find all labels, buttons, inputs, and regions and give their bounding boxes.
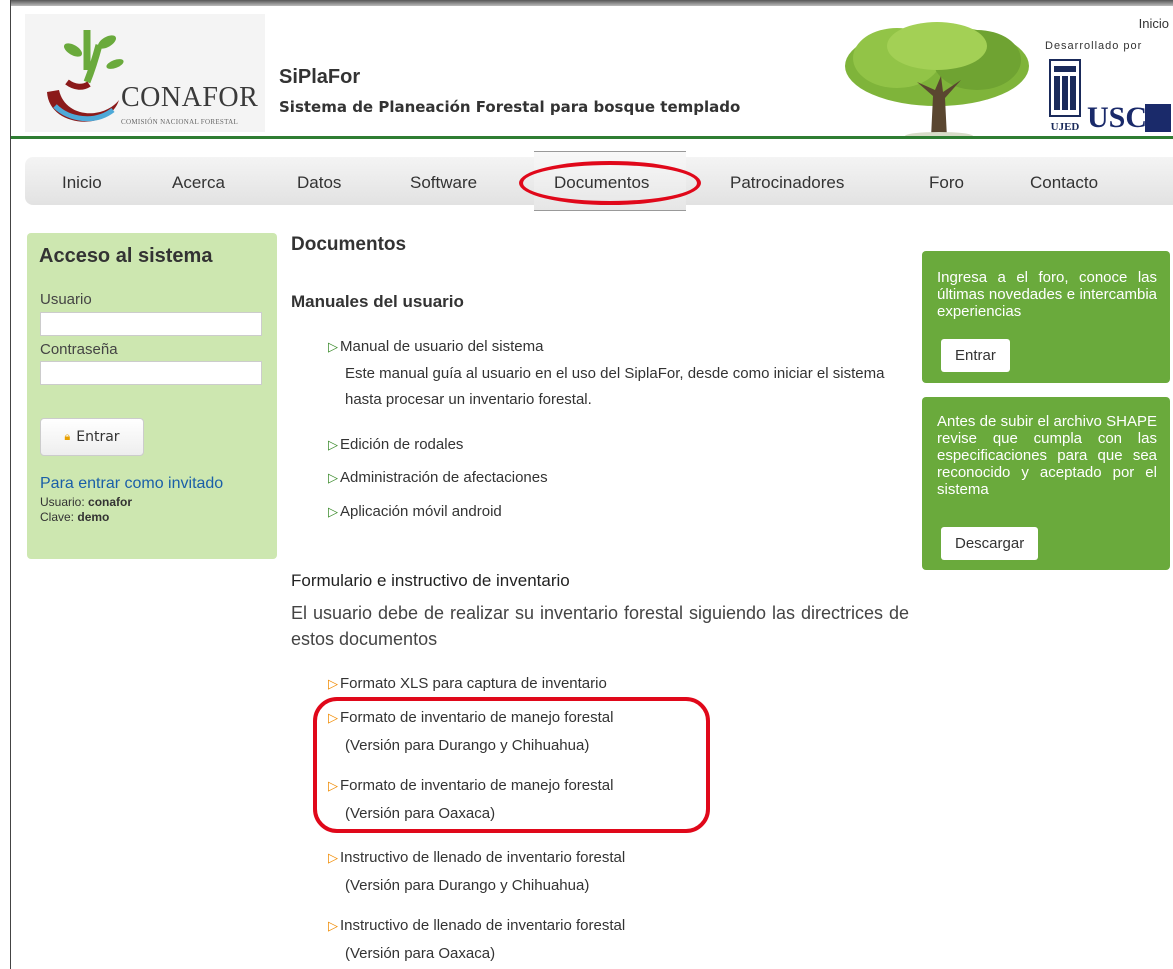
foro-text: Ingresa a el foro, conoce las últimas no… [937,269,1157,320]
ujed-logo[interactable]: UJED [1048,58,1082,132]
instructivo-durango-label: Instructivo de llenado de inventario for… [340,849,626,866]
guest-key-label: Clave: [40,510,75,524]
guest-user-label: Usuario: [40,495,85,509]
instructivo-oaxaca-label: Instructivo de llenado de inventario for… [340,917,626,934]
guest-key-line: Clave: demo [40,510,109,524]
triangle-icon: ▷ [328,339,338,354]
login-title: Acceso al sistema [39,245,213,267]
conafor-logo-icon [47,30,124,122]
administracion-afectaciones-label: Administración de afectaciones [340,469,548,486]
triangle-icon: ▷ [328,437,338,452]
edicion-rodales-link[interactable]: ▷ Edición de rodales [328,436,463,453]
usc-text: USC [1087,101,1148,134]
nav-inicio[interactable]: Inicio [62,173,102,193]
usc-emblem [1145,104,1171,132]
header: CONAFOR COMISIÓN NACIONAL FORESTAL SiPla… [11,6,1173,138]
nav-datos[interactable]: Datos [297,173,341,193]
foro-enter-button[interactable]: Entrar [941,339,1010,372]
triangle-icon: ▷ [328,918,338,933]
form-intro: El usuario debe de realizar su inventari… [291,603,909,649]
triangle-icon: ▷ [328,850,338,865]
password-input[interactable] [40,361,262,385]
aplicacion-movil-label: Aplicación móvil android [340,503,502,520]
manuals-heading: Manuales del usuario [291,292,464,311]
guest-login-link[interactable]: Para entrar como invitado [40,475,223,493]
guest-user-value: conafor [88,495,133,509]
instructivo-oaxaca-version[interactable]: (Versión para Oaxaca) [345,945,495,962]
formato-xls-label: Formato XLS para captura de inventario [340,675,607,692]
ujed-text: UJED [1051,121,1080,132]
site-subtitle: Sistema de Planeación Forestal para bosq… [279,98,741,116]
site-title: SiPlaFor [279,66,361,88]
developed-by-label: Desarrollado por [1045,40,1143,52]
instructivo-oaxaca-link[interactable]: ▷ Instructivo de llenado de inventario fo… [328,917,625,934]
lock-icon: 🔒︎ [64,430,71,443]
login-button[interactable]: 🔒︎ Entrar [40,418,144,456]
nav-contacto[interactable]: Contacto [1030,173,1098,193]
formato-xls-link[interactable]: ▷ Formato XLS para captura de inventario [328,675,607,692]
manual-sistema-label: Manual de usuario del sistema [340,338,544,355]
nav-patrocinadores[interactable]: Patrocinadores [730,173,844,193]
conafor-logo[interactable]: CONAFOR COMISIÓN NACIONAL FORESTAL [25,14,265,132]
username-label: Usuario [40,291,92,308]
shape-box: Antes de subir el archivo SHAPE revise q… [922,397,1170,570]
instructivo-durango-link[interactable]: ▷ Instructivo de llenado de inventario fo… [328,849,625,866]
triangle-icon: ▷ [328,676,338,691]
edicion-rodales-label: Edición de rodales [340,436,464,453]
password-label: Contraseña [40,341,118,358]
nav-acerca[interactable]: Acerca [172,173,225,193]
window-left-border [10,0,11,969]
logo-subtext: COMISIÓN NACIONAL FORESTAL [121,118,239,126]
shape-text: Antes de subir el archivo SHAPE revise q… [937,413,1157,498]
tree-image [845,22,1029,138]
documentos-highlight-ellipse [519,161,701,205]
login-button-label: Entrar [76,429,120,445]
form-heading: Formulario e instructivo de inventario [291,571,570,590]
triangle-icon: ▷ [328,470,338,485]
instructivo-durango-version[interactable]: (Versión para Durango y Chihuahua) [345,877,589,894]
page-title: Documentos [291,234,407,255]
guest-user-line: Usuario: conafor [40,495,132,509]
usc-logo[interactable]: USC [1087,101,1171,134]
foro-box: Ingresa a el foro, conoce las últimas no… [922,251,1170,383]
top-home-link[interactable]: Inicio [1139,16,1169,31]
nav-software[interactable]: Software [410,173,477,193]
header-divider [11,136,1173,139]
manual-description: Este manual guía al usuario en el uso de… [345,365,885,408]
manual-sistema-link[interactable]: ▷ Manual de usuario del sistema [328,338,543,355]
shape-download-button[interactable]: Descargar [941,527,1039,560]
formato-highlight-box [313,697,710,833]
administracion-afectaciones-link[interactable]: ▷ Administración de afectaciones [328,469,548,486]
nav-foro[interactable]: Foro [929,173,964,193]
username-input[interactable] [40,312,262,336]
aplicacion-movil-link[interactable]: ▷ Aplicación móvil android [328,503,502,520]
guest-key-value: demo [77,510,110,524]
login-panel: Acceso al sistema Usuario Contraseña 🔒︎ … [27,233,277,559]
logo-text: CONAFOR [121,82,259,113]
triangle-icon: ▷ [328,504,338,519]
